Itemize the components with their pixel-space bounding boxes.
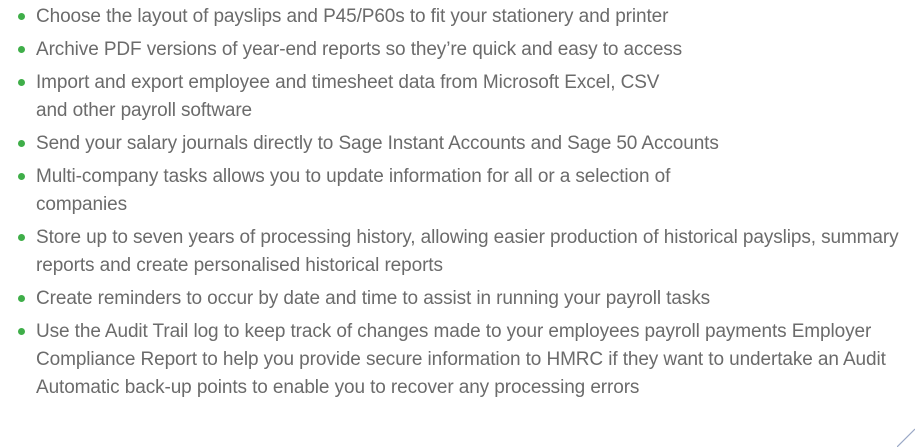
list-item: Import and export employee and timesheet…	[16, 69, 686, 125]
list-item-text: Archive PDF versions of year-end reports…	[36, 39, 683, 60]
list-item: Send your salary journals directly to Sa…	[16, 130, 906, 158]
bullet-icon	[18, 13, 25, 20]
list-item: Create reminders to occur by date and ti…	[16, 285, 906, 313]
list-item: Choose the layout of payslips and P45/P6…	[16, 3, 906, 31]
bullet-icon	[18, 328, 25, 335]
list-item-text: Send your salary journals directly to Sa…	[36, 133, 719, 154]
list-item: Archive PDF versions of year-end reports…	[16, 36, 906, 64]
list-item-text: Create reminders to occur by date and ti…	[36, 288, 711, 309]
bullet-icon	[18, 173, 25, 180]
bullet-icon	[18, 46, 25, 53]
list-item-text: Use the Audit Trail log to keep track of…	[36, 321, 886, 398]
decorative-corner-line	[897, 428, 915, 447]
feature-list: Choose the layout of payslips and P45/P6…	[16, 3, 906, 407]
list-item: Use the Audit Trail log to keep track of…	[16, 318, 886, 402]
list-item-text: Import and export employee and timesheet…	[36, 72, 660, 121]
bullet-icon	[18, 234, 25, 241]
list-item-text: Choose the layout of payslips and P45/P6…	[36, 6, 669, 27]
list-item-text: Multi-company tasks allows you to update…	[36, 166, 671, 215]
bullet-icon	[18, 140, 25, 147]
list-item: Store up to seven years of processing hi…	[16, 224, 906, 280]
list-item-text: Store up to seven years of processing hi…	[36, 227, 899, 276]
bullet-icon	[18, 295, 25, 302]
bullet-icon	[18, 79, 25, 86]
list-item: Multi-company tasks allows you to update…	[16, 163, 686, 219]
